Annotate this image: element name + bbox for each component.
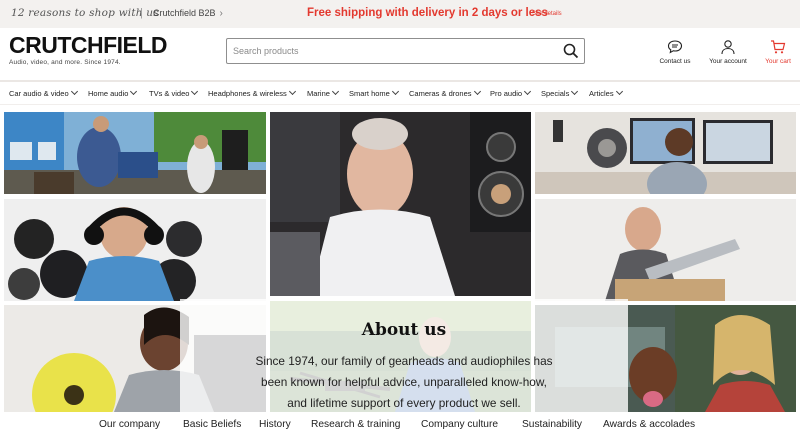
nav-cameras-drones[interactable]: Cameras & drones xyxy=(409,87,481,98)
promo-separator: | xyxy=(140,7,143,19)
shipping-promo: Free shipping with delivery in 2 days or… xyxy=(307,7,548,19)
nav-pro-audio[interactable]: Pro audio xyxy=(490,87,532,98)
nav-home-audio[interactable]: Home audio xyxy=(88,87,138,98)
about-line-3: and lifetime support of every product we… xyxy=(287,396,521,410)
chevron-down-icon xyxy=(391,87,399,96)
about-line-2: been known for helpful advice, unparalle… xyxy=(261,375,547,389)
nav-tvs-video[interactable]: TVs & video xyxy=(149,87,199,98)
link-our-company[interactable]: Our company xyxy=(99,419,160,430)
crutchfield-logo[interactable]: CRUTCHFIELD Audio, video, and more. Sinc… xyxy=(9,32,168,67)
chevron-down-icon xyxy=(615,87,623,96)
link-sustainability[interactable]: Sustainability xyxy=(522,419,582,430)
photo-radio-event xyxy=(4,112,266,194)
nav-label: Car audio & video xyxy=(9,89,69,98)
chevron-down-icon xyxy=(473,87,481,96)
nav-label: Marine xyxy=(307,89,330,98)
contact-us-link[interactable]: Contact us xyxy=(656,39,694,65)
photo-headphones-pile xyxy=(4,199,266,301)
b2b-label: Crutchfield B2B xyxy=(153,8,216,18)
cart-link[interactable]: Your cart xyxy=(762,39,794,65)
nav-label: TVs & video xyxy=(149,89,190,98)
contact-us-label: Contact us xyxy=(659,58,691,65)
chevron-down-icon xyxy=(70,87,78,96)
chevron-down-icon xyxy=(191,87,199,96)
nav-label: Articles xyxy=(589,89,614,98)
nav-specials[interactable]: Specials xyxy=(541,87,579,98)
chevron-down-icon xyxy=(130,87,138,96)
search-box xyxy=(226,38,585,64)
nav-label: Specials xyxy=(541,89,570,98)
main-nav: Car audio & video Home audio TVs & video… xyxy=(0,86,800,104)
link-research-training[interactable]: Research & training xyxy=(311,419,400,430)
link-company-culture[interactable]: Company culture xyxy=(421,419,498,430)
logo-wordmark: CRUTCHFIELD xyxy=(9,32,168,58)
nav-headphones[interactable]: Headphones & wireless xyxy=(208,87,296,98)
search-input[interactable] xyxy=(233,43,553,59)
chevron-down-icon xyxy=(288,87,296,96)
search-icon[interactable] xyxy=(563,43,579,59)
cart-label: Your cart xyxy=(765,58,791,65)
cart-icon xyxy=(771,40,786,54)
about-title: About us xyxy=(361,320,447,340)
chevron-down-icon xyxy=(331,87,339,96)
nav-divider xyxy=(0,104,800,105)
about-us-panel: About us Since 1974, our family of gearh… xyxy=(180,299,628,433)
logo-tagline: Audio, video, and more. Since 1974. xyxy=(9,59,121,66)
about-line-1: Since 1974, our family of gearheads and … xyxy=(255,354,553,368)
photo-woodworker xyxy=(535,199,796,301)
link-history[interactable]: History xyxy=(259,419,291,430)
nav-marine[interactable]: Marine xyxy=(307,87,339,98)
user-icon xyxy=(721,40,735,55)
nav-articles[interactable]: Articles xyxy=(589,87,623,98)
photo-speaker-tech xyxy=(535,112,796,194)
link-basic-beliefs[interactable]: Basic Beliefs xyxy=(183,419,241,430)
about-section-links: Our company Basic Beliefs History Resear… xyxy=(0,416,800,433)
photo-studio-man xyxy=(270,112,531,296)
nav-label: Headphones & wireless xyxy=(208,89,287,98)
chevron-right-icon: › xyxy=(219,8,223,19)
nav-car-audio[interactable]: Car audio & video xyxy=(9,87,78,98)
site-header: CRUTCHFIELD Audio, video, and more. Sinc… xyxy=(0,28,800,80)
b2b-link[interactable]: Crutchfield B2B › xyxy=(153,8,223,19)
reasons-to-shop-link[interactable]: 12 reasons to shop with us xyxy=(11,7,159,19)
account-link[interactable]: Your account xyxy=(706,39,750,65)
account-label: Your account xyxy=(709,58,747,65)
nav-label: Cameras & drones xyxy=(409,89,472,98)
nav-label: Home audio xyxy=(88,89,129,98)
nav-smart-home[interactable]: Smart home xyxy=(349,87,399,98)
about-description: Since 1974, our family of gearheads and … xyxy=(180,351,628,414)
see-details-link[interactable]: See details xyxy=(532,11,562,17)
chevron-down-icon xyxy=(524,87,532,96)
nav-label: Smart home xyxy=(349,89,390,98)
chevron-down-icon xyxy=(571,87,579,96)
about-photo-grid: About us Since 1974, our family of gearh… xyxy=(4,112,796,433)
promo-bar: 12 reasons to shop with us | Crutchfield… xyxy=(0,0,800,28)
header-divider xyxy=(0,80,800,82)
chat-bubble-icon xyxy=(667,40,683,54)
link-awards-accolades[interactable]: Awards & accolades xyxy=(603,419,695,430)
nav-label: Pro audio xyxy=(490,89,523,98)
